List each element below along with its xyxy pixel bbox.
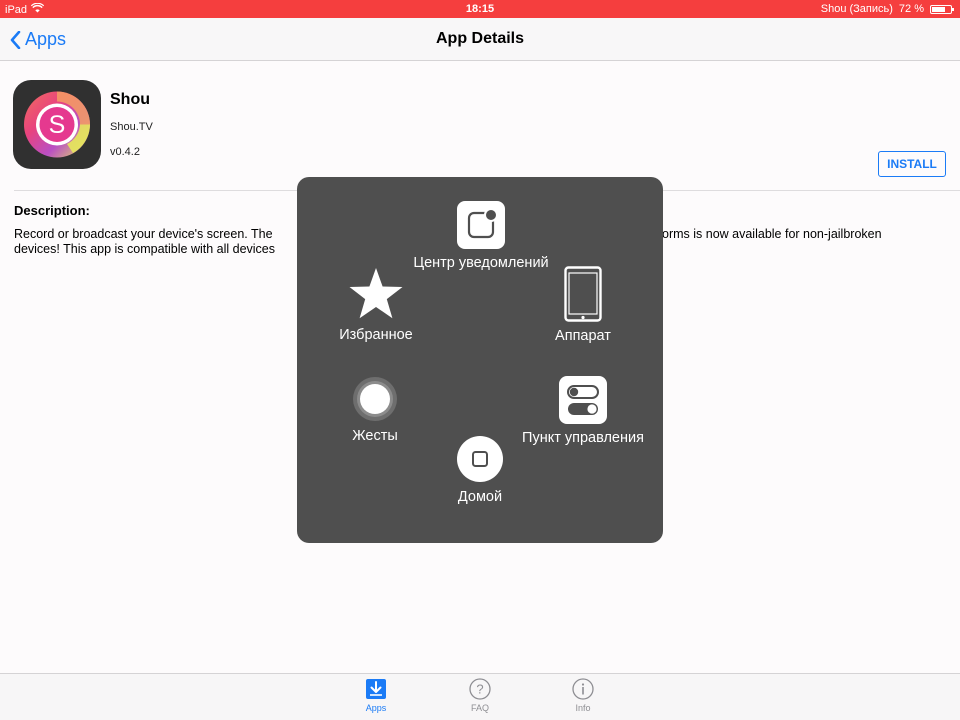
app-name: Shou bbox=[110, 91, 150, 108]
svg-text:?: ? bbox=[476, 682, 483, 697]
toggle-switches-icon bbox=[559, 376, 607, 424]
battery-icon bbox=[930, 4, 954, 14]
tab-faq[interactable]: ? FAQ bbox=[450, 678, 510, 713]
device-button[interactable]: Аппарат bbox=[533, 266, 633, 344]
recording-status: Shou (Запись) bbox=[820, 3, 893, 15]
tab-faq-label: FAQ bbox=[470, 703, 489, 713]
status-bar: iPad 18:15 Shou (Запись) 72 % bbox=[0, 0, 960, 18]
favorites-button[interactable]: Избранное bbox=[326, 267, 426, 343]
description-heading: Description: bbox=[14, 203, 90, 218]
tab-info[interactable]: Info bbox=[553, 678, 613, 713]
control-center-label: Пункт управления bbox=[522, 430, 644, 446]
home-button-icon bbox=[457, 436, 503, 482]
favorites-label: Избранное bbox=[339, 327, 413, 343]
app-developer: Shou.TV bbox=[110, 121, 153, 133]
download-icon bbox=[366, 679, 386, 699]
home-button[interactable]: Домой bbox=[435, 435, 525, 505]
description-text-right: orms is now available for non-jailbroken bbox=[662, 227, 882, 241]
question-icon: ? bbox=[469, 678, 491, 700]
gesture-touch-icon bbox=[353, 377, 397, 421]
notification-center-label: Центр уведомлений bbox=[413, 255, 549, 271]
assistive-touch-menu: Центр уведомлений Избранное Аппарат Жест… bbox=[297, 177, 663, 543]
star-icon bbox=[349, 268, 403, 319]
app-version: v0.4.2 bbox=[110, 146, 140, 158]
status-time: 18:15 bbox=[465, 3, 495, 15]
navigation-bar: Apps App Details bbox=[0, 18, 960, 61]
description-line-1: Record or broadcast your device's screen… bbox=[14, 227, 273, 241]
ipad-icon bbox=[564, 266, 602, 322]
tab-bar: Apps ? FAQ Info bbox=[0, 673, 960, 720]
gestures-button[interactable]: Жесты bbox=[330, 376, 420, 444]
install-button[interactable]: INSTALL bbox=[878, 151, 946, 177]
device-label: Аппарат bbox=[555, 328, 611, 344]
app-icon: S bbox=[13, 80, 101, 169]
notification-center-button[interactable]: Центр уведомлений bbox=[401, 201, 561, 271]
app-icon-letter: S bbox=[49, 111, 66, 139]
description-text-left: Record or broadcast your device's screen… bbox=[14, 227, 275, 257]
description-line-2: devices! This app is compatible with all… bbox=[14, 242, 276, 256]
home-label: Домой bbox=[457, 489, 503, 505]
tab-info-label: Info bbox=[575, 703, 591, 713]
control-center-button[interactable]: Пункт управления bbox=[509, 376, 657, 446]
notification-center-icon bbox=[457, 201, 505, 249]
gestures-label: Жесты bbox=[352, 428, 398, 444]
page-title: App Details bbox=[435, 30, 524, 47]
tab-apps[interactable]: Apps bbox=[346, 678, 406, 713]
tab-apps-label: Apps bbox=[365, 703, 387, 713]
battery-percent: 72 % bbox=[898, 3, 924, 15]
info-icon bbox=[572, 678, 594, 700]
